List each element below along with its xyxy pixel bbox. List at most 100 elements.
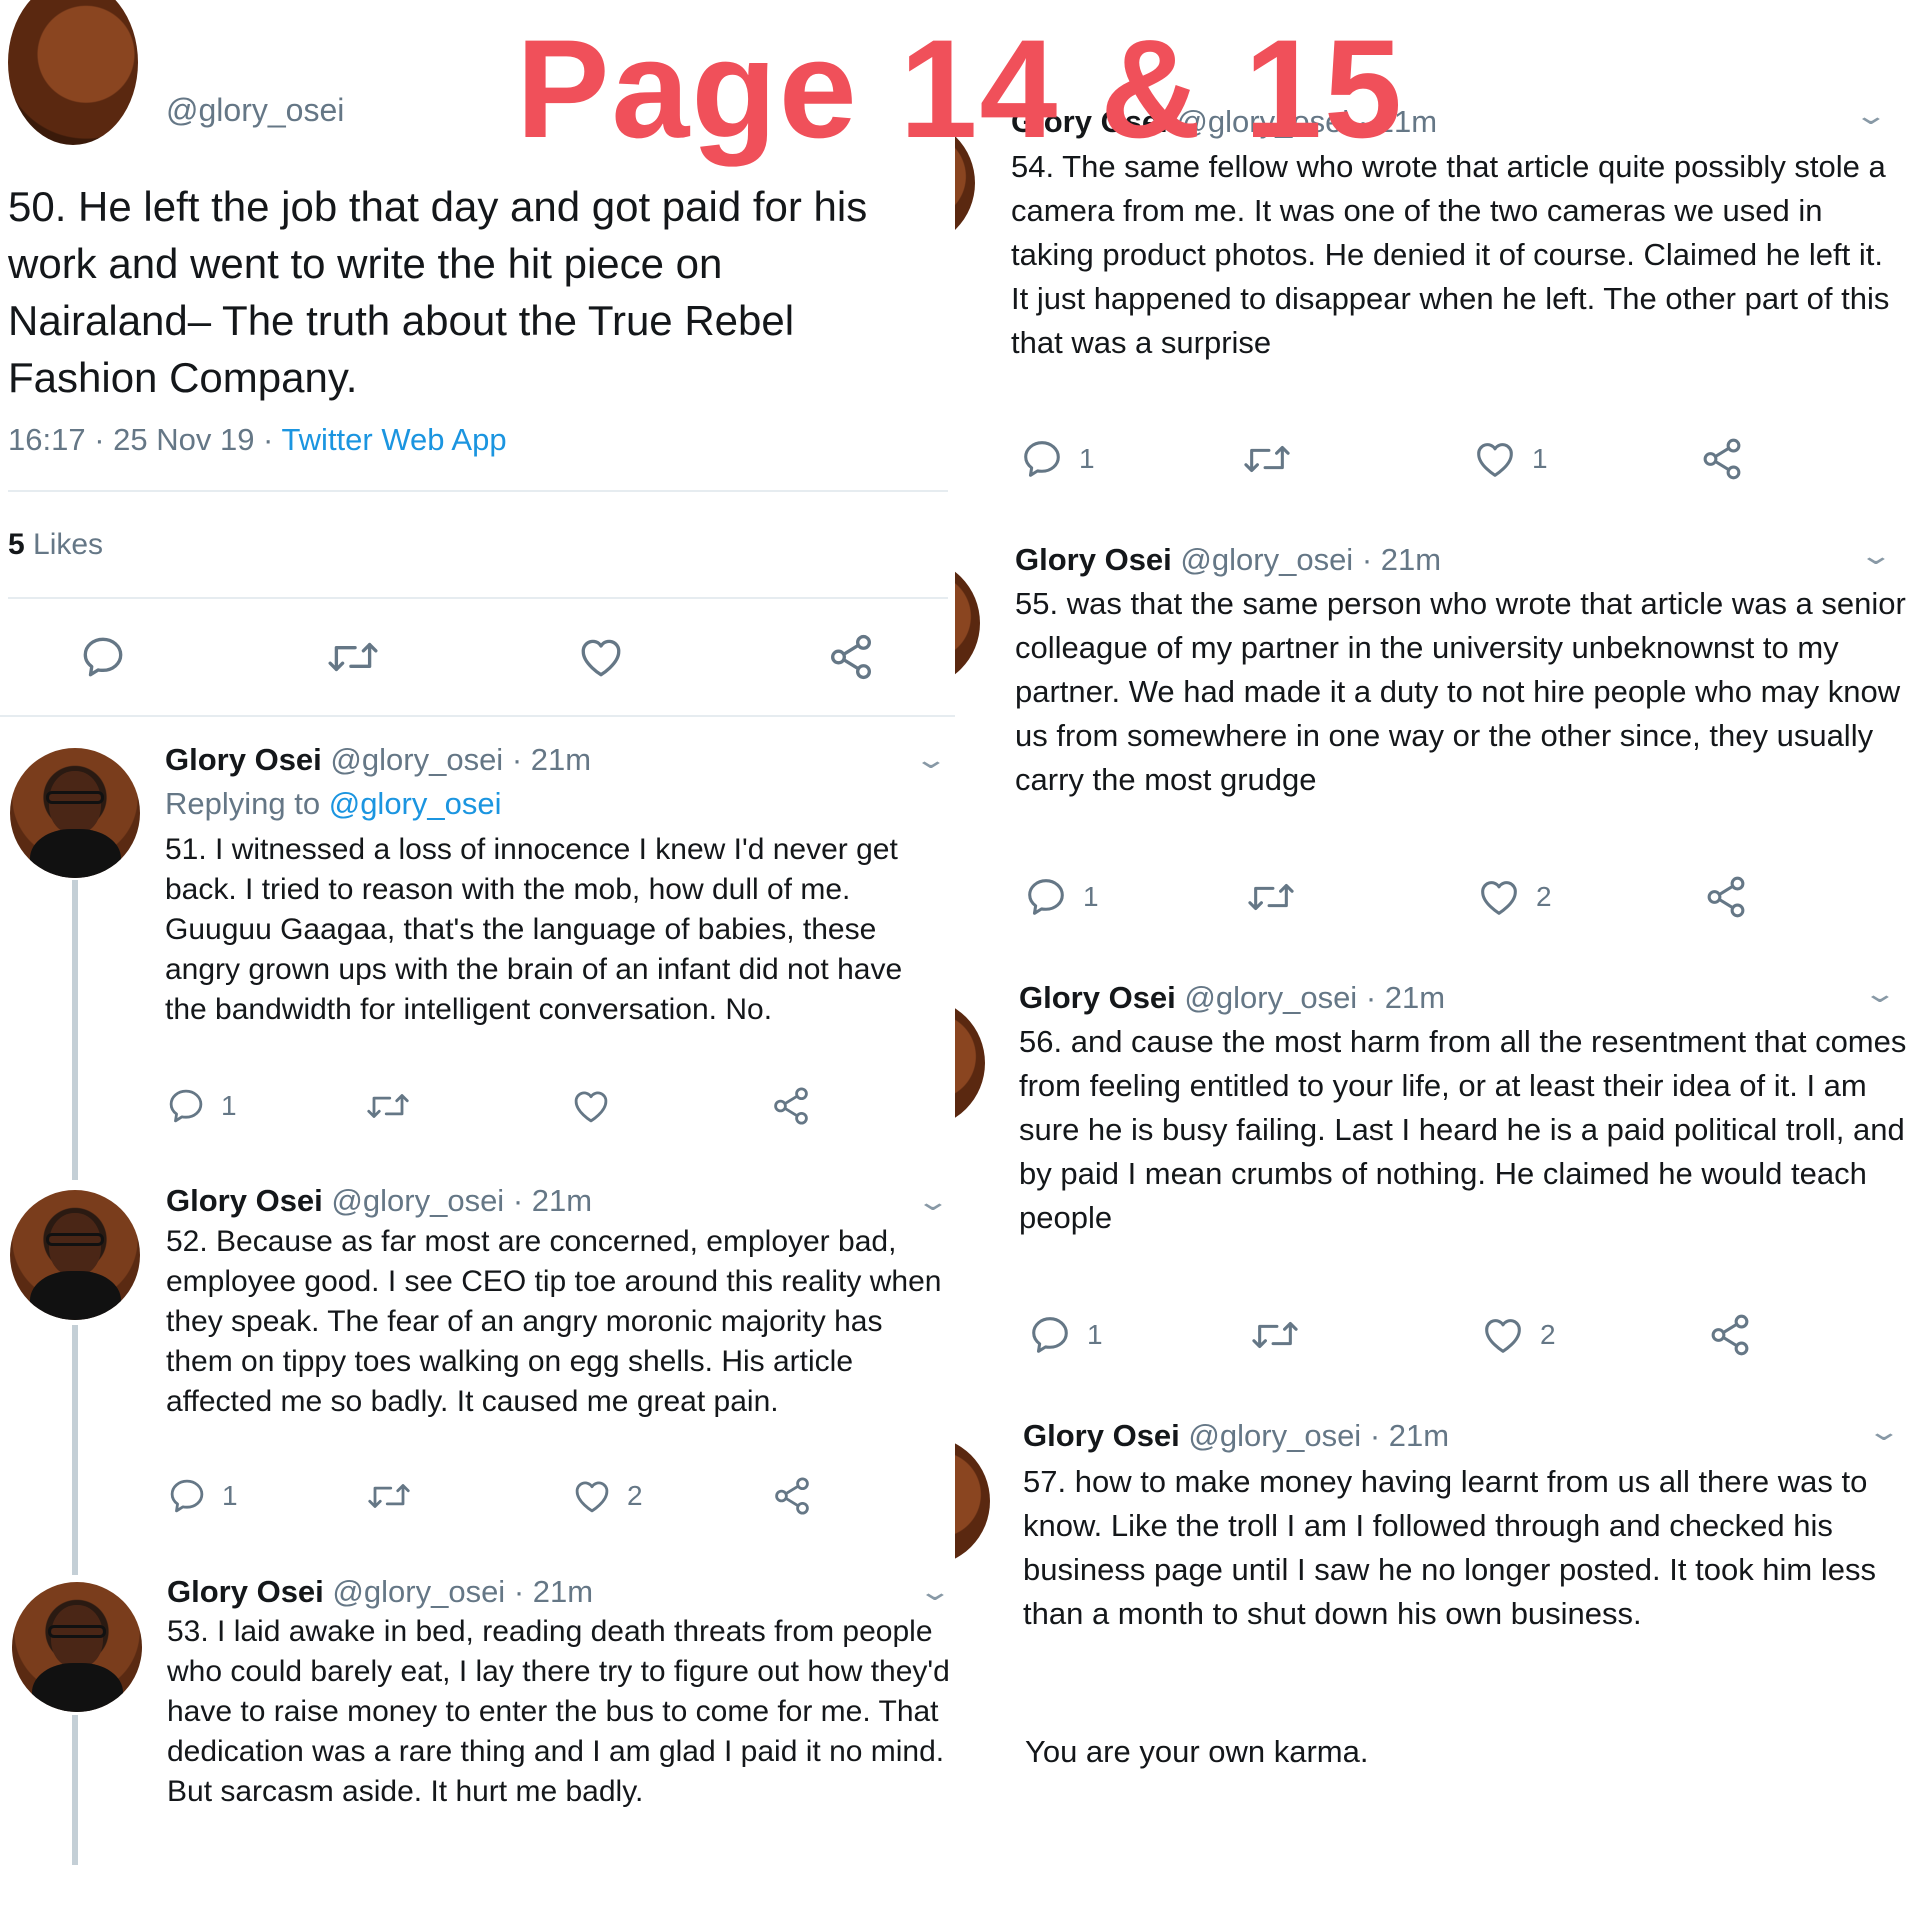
reply-icon	[169, 1089, 203, 1123]
reply-count: 1	[1079, 443, 1095, 474]
left-screenshot: @glory_osei 50. He left the job that day…	[0, 0, 955, 1920]
avatar-body	[29, 828, 121, 878]
reply-count: 1	[222, 1480, 238, 1511]
avatar-body	[29, 1270, 121, 1320]
reply-button[interactable]: 1	[1027, 1312, 1103, 1358]
user-handle[interactable]: @glory_osei	[331, 1183, 504, 1218]
tweet-time[interactable]: 21m	[1389, 1418, 1449, 1453]
tweet-text: 52. Because as far most are concerned, e…	[166, 1225, 942, 1418]
retweet-button[interactable]	[1242, 436, 1306, 482]
chevron-down-icon[interactable]: ⌄	[1866, 1416, 1901, 1447]
avatar[interactable]	[955, 998, 985, 1128]
user-name[interactable]: Glory Osei	[1015, 542, 1172, 577]
share-icon	[1707, 876, 1745, 918]
user-handle[interactable]: @glory_osei	[330, 742, 503, 777]
retweet-icon	[328, 642, 378, 672]
like-button[interactable]: 2	[1476, 874, 1552, 920]
like-button[interactable]: 2	[571, 1475, 643, 1517]
share-button[interactable]	[771, 1475, 813, 1517]
retweet-button[interactable]	[1246, 874, 1310, 920]
share-icon	[831, 634, 871, 680]
tweet-text: 51. I witnessed a loss of innocence I kn…	[165, 833, 903, 1026]
chevron-down-icon[interactable]: ⌄	[1862, 978, 1897, 1009]
share-button[interactable]	[770, 1085, 812, 1127]
chevron-down-icon[interactable]: ⌄	[917, 1576, 952, 1607]
main-tweet-time: 16:17 · 25 Nov 19 ·	[8, 422, 282, 457]
tweet-source-link[interactable]: Twitter Web App	[281, 422, 506, 457]
share-button[interactable]	[1699, 436, 1745, 482]
share-icon	[774, 1087, 808, 1125]
tweet-time[interactable]: 21m	[1385, 980, 1445, 1015]
tweet-header: Glory Osei @glory_osei · 21m	[1019, 980, 1445, 1016]
user-name[interactable]: Glory Osei	[165, 742, 322, 777]
heart-icon	[575, 1481, 609, 1513]
reply-button[interactable]: 1	[1019, 436, 1095, 482]
tweet-time[interactable]: 21m	[532, 1183, 592, 1218]
page-title: Page 14 & 15	[516, 10, 1404, 167]
likes-count[interactable]: 5 Likes	[8, 528, 103, 562]
share-button[interactable]	[1703, 874, 1749, 920]
separator-dot: ·	[1361, 1418, 1389, 1453]
avatar[interactable]	[955, 558, 980, 688]
divider	[8, 490, 948, 492]
user-name[interactable]: Glory Osei	[166, 1183, 323, 1218]
chevron-down-icon[interactable]: ⌄	[1858, 540, 1893, 571]
user-handle[interactable]: @glory_osei	[1180, 542, 1353, 577]
tweet-time[interactable]: 21m	[1381, 542, 1441, 577]
reply-icon	[83, 637, 123, 677]
retweet-button[interactable]	[365, 1085, 425, 1127]
tweet-time[interactable]: 21m	[531, 742, 591, 777]
tweet-time[interactable]: 21m	[533, 1574, 593, 1609]
like-button[interactable]	[576, 632, 626, 682]
reply-button[interactable]: 1	[165, 1085, 237, 1127]
avatar[interactable]	[955, 1436, 990, 1566]
share-button[interactable]	[826, 632, 876, 682]
avatar-body	[31, 1662, 123, 1712]
tweet-header: Glory Osei @glory_osei · 21m	[166, 1183, 592, 1219]
reply-button[interactable]: 1	[166, 1475, 238, 1517]
tweet-header: Glory Osei @glory_osei · 21m	[1023, 1418, 1449, 1454]
user-name[interactable]: Glory Osei	[1023, 1418, 1180, 1453]
tweet-text: 53. I laid awake in bed, reading death t…	[167, 1615, 950, 1808]
avatar[interactable]	[12, 1582, 142, 1712]
share-icon	[1703, 438, 1741, 480]
like-count: 2	[627, 1480, 643, 1511]
reply-button[interactable]	[78, 632, 128, 682]
replying-to: Replying to @glory_osei	[165, 786, 502, 822]
thread-line	[72, 1715, 78, 1865]
like-button[interactable]: 2	[1480, 1312, 1556, 1358]
tweet-actions: 1 1	[1019, 436, 1899, 486]
avatar-glasses	[48, 1624, 106, 1638]
reply-count: 1	[221, 1090, 237, 1121]
like-button[interactable]	[570, 1085, 626, 1127]
user-name[interactable]: Glory Osei	[1019, 980, 1176, 1015]
like-button[interactable]: 1	[1472, 436, 1548, 482]
retweet-button[interactable]	[1250, 1312, 1314, 1358]
thread-line	[72, 880, 78, 1180]
user-handle[interactable]: @glory_osei	[332, 1574, 505, 1609]
tweet-header: Glory Osei @glory_osei · 21m	[1015, 542, 1441, 578]
user-handle[interactable]: @glory_osei	[1184, 980, 1357, 1015]
retweet-icon	[1244, 445, 1290, 473]
replying-handle-link[interactable]: @glory_osei	[329, 786, 502, 821]
tweet-actions: 1	[165, 1085, 865, 1135]
avatar[interactable]	[10, 748, 140, 878]
retweet-button[interactable]	[326, 632, 380, 682]
avatar[interactable]	[10, 1190, 140, 1320]
reply-button[interactable]: 1	[1023, 874, 1099, 920]
user-handle[interactable]: @glory_osei	[1188, 1418, 1361, 1453]
tweet-actions: 1 2	[166, 1475, 866, 1525]
replying-prefix: Replying to	[165, 786, 329, 821]
tweet-text: 57. how to make money having learnt from…	[1023, 1464, 1876, 1631]
reply-icon	[170, 1479, 204, 1513]
reply-icon	[1032, 1317, 1068, 1353]
tweet-text: 55. was that the same person who wrote t…	[1015, 586, 1906, 797]
user-name[interactable]: Glory Osei	[167, 1574, 324, 1609]
share-button[interactable]	[1707, 1312, 1753, 1358]
likes-number: 5	[8, 528, 25, 561]
reply-icon	[1024, 441, 1060, 477]
chevron-down-icon[interactable]: ⌄	[913, 744, 948, 775]
retweet-button[interactable]	[366, 1475, 426, 1517]
chevron-down-icon[interactable]: ⌄	[915, 1186, 950, 1217]
tweet-actions: 1 2	[1023, 874, 1903, 924]
